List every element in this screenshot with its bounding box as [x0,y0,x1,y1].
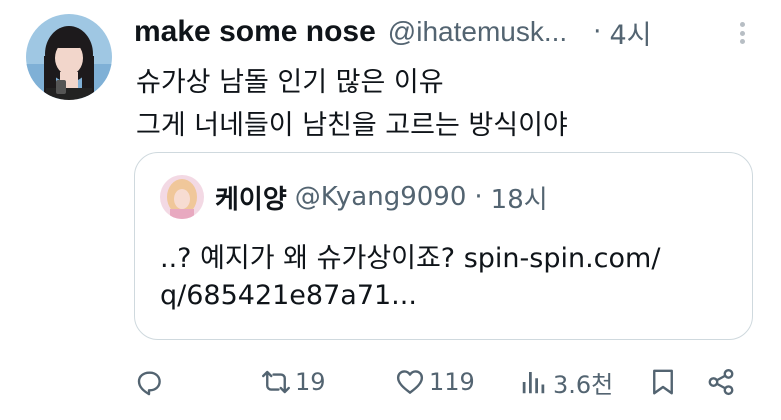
author-display-name[interactable]: make some nose [134,15,376,49]
tweet-action-bar: 19 119 3.6천 [134,360,754,404]
author-avatar-image [26,14,112,100]
like-count: 119 [429,368,475,396]
quoted-author-display-name: 케이양 [215,184,287,215]
bookmark-button[interactable] [648,360,678,404]
quoted-tweet-text-line: q/685421e87a71... [160,280,417,311]
view-count: 3.6천 [553,370,614,399]
retweet-button[interactable]: 19 [261,360,326,404]
tweet-text-line: 그게 너네들이 남친을 고르는 방식이야 [136,110,568,141]
author-avatar[interactable] [26,14,112,100]
quoted-tweet-card[interactable]: 케이양 @Kyang9090 · 18시 ..? 예지가 왜 슈가상이죠? sp… [134,152,753,340]
more-dot [739,30,745,36]
bookmark-icon [653,369,673,395]
header-separator: · [593,17,602,47]
author-handle[interactable]: @ihatemusk... [388,16,567,48]
quoted-header-separator: · [474,182,483,212]
more-dot [739,22,745,27]
retweet-count: 19 [295,368,326,396]
quoted-author-handle: @Kyang9090 [294,182,467,212]
share-icon [708,368,734,396]
more-vertical-icon[interactable] [730,18,754,48]
reply-icon [137,371,161,396]
quoted-author-avatar [160,175,204,219]
heart-icon [396,370,424,394]
quoted-tweet-timestamp: 18시 [490,184,548,215]
tweet-header: make some nose @ihatemusk... · 4시 [134,12,754,52]
tweet-text-line: 슈가상 남돌 인기 많은 이유 [136,67,444,98]
tweet-timestamp[interactable]: 4시 [609,13,651,52]
like-button[interactable]: 119 [395,360,475,404]
more-dot [739,39,745,44]
share-button[interactable] [706,360,736,404]
views-button[interactable]: 3.6천 [519,360,613,404]
quoted-tweet-text-line: ..? 예지가 왜 슈가상이죠? spin-spin.com/ [160,243,661,274]
quoted-tweet-header: 케이양 @Kyang9090 · 18시 [215,177,548,217]
reply-button[interactable] [134,360,168,404]
views-chart-icon [522,372,545,394]
quoted-author-avatar-image [160,175,204,219]
retweet-icon [262,370,290,394]
